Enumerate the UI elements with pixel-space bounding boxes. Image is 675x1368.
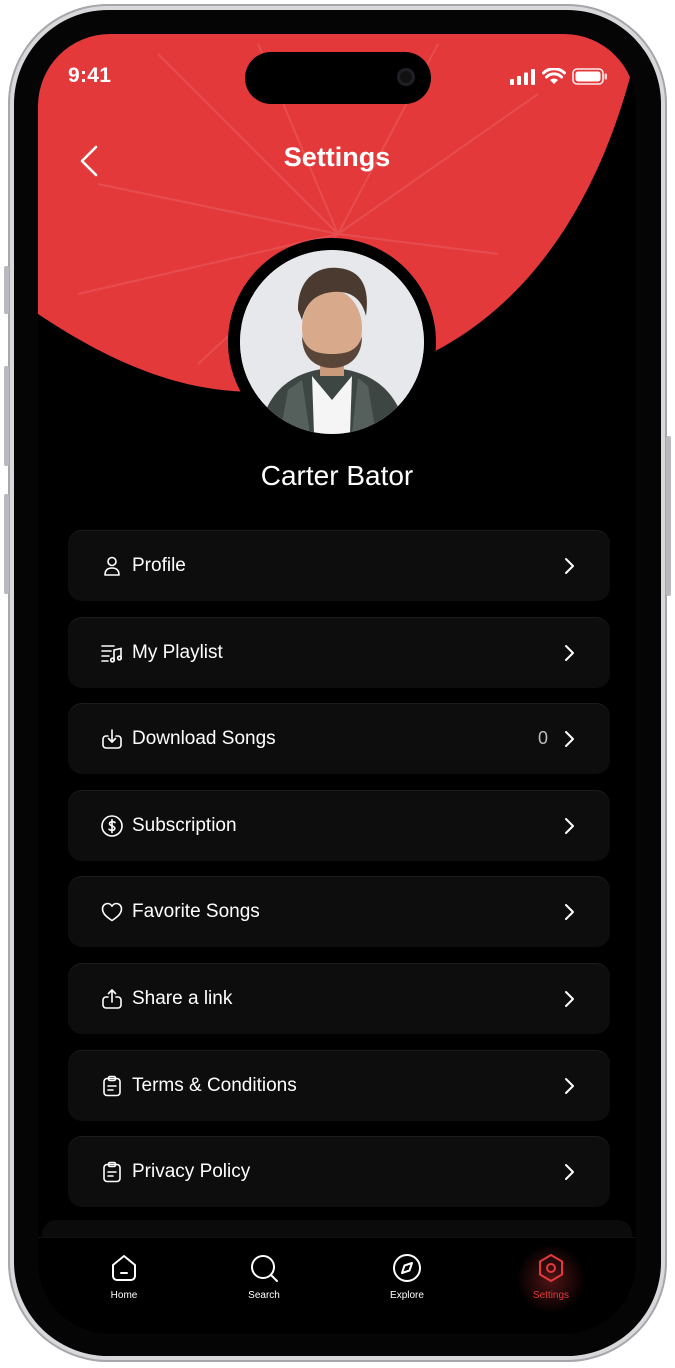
tab-search[interactable]: Search bbox=[224, 1252, 304, 1301]
download-count: 0 bbox=[537, 728, 548, 749]
action-button bbox=[4, 266, 9, 314]
settings-hexagon-icon bbox=[539, 1254, 563, 1282]
tab-label: Explore bbox=[390, 1290, 424, 1301]
tab-label: Settings bbox=[532, 1290, 570, 1301]
menu-item-favorite-songs[interactable]: Favorite Songs bbox=[68, 877, 610, 948]
share-icon bbox=[102, 989, 122, 1009]
clipboard-icon bbox=[103, 1161, 121, 1183]
status-bar: 9:41 bbox=[38, 34, 636, 114]
status-icons bbox=[510, 68, 608, 85]
heart-icon bbox=[101, 903, 123, 922]
user-icon bbox=[104, 556, 120, 576]
menu-item-subscription[interactable]: Subscription bbox=[68, 790, 610, 861]
menu-item-privacy-policy[interactable]: Privacy Policy bbox=[68, 1137, 610, 1208]
menu-item-terms-conditions[interactable]: Terms & Conditions bbox=[68, 1050, 610, 1121]
chevron-right-icon bbox=[565, 1164, 574, 1181]
menu-item-label: My Playlist bbox=[132, 641, 223, 663]
menu-item-label: Profile bbox=[132, 555, 186, 576]
chevron-right-icon bbox=[565, 990, 574, 1007]
status-time: 9:41 bbox=[68, 64, 112, 87]
menu-item-label: Share a link bbox=[132, 987, 233, 1009]
chevron-right-icon bbox=[565, 644, 574, 661]
signal-icon bbox=[510, 68, 535, 85]
tab-settings[interactable]: Settings bbox=[511, 1252, 591, 1301]
volume-down-button bbox=[4, 494, 9, 594]
menu-item-share-link[interactable]: Share a link bbox=[68, 963, 610, 1034]
menu-item-label: Favorite Songs bbox=[132, 901, 260, 923]
camera-icon bbox=[397, 68, 415, 86]
tab-explore[interactable]: Explore bbox=[367, 1252, 447, 1301]
menu-item-download-songs[interactable]: Download Songs 0 bbox=[68, 704, 610, 775]
chevron-right-icon bbox=[565, 817, 574, 834]
profile-name: Carter Bator bbox=[260, 460, 414, 491]
avatar[interactable] bbox=[228, 238, 436, 446]
playlist-icon bbox=[101, 644, 123, 663]
search-icon bbox=[251, 1255, 278, 1282]
settings-menu: Profile My Playlist Download Songs 0 Sub… bbox=[68, 531, 610, 1224]
battery-icon bbox=[572, 68, 607, 85]
avatar-photo bbox=[240, 250, 424, 434]
menu-item-my-playlist[interactable]: My Playlist bbox=[68, 617, 610, 688]
menu-item-label: Terms & Conditions bbox=[132, 1074, 297, 1096]
tab-label: Home bbox=[110, 1290, 138, 1301]
home-icon bbox=[112, 1255, 136, 1281]
screen: 9:41 Settings Carter Bator Profile My Pl… bbox=[38, 34, 636, 1334]
power-button bbox=[666, 436, 671, 596]
tab-home[interactable]: Home bbox=[84, 1252, 164, 1301]
tab-bar: Home Search Explore Settings bbox=[38, 1237, 636, 1334]
person-illustration bbox=[240, 250, 424, 434]
wifi-icon bbox=[542, 68, 566, 84]
chevron-right-icon bbox=[565, 731, 574, 748]
menu-item-label: Download Songs bbox=[132, 728, 276, 750]
chevron-right-icon bbox=[565, 558, 574, 574]
compass-icon bbox=[393, 1254, 421, 1282]
chevron-right-icon bbox=[565, 1077, 574, 1094]
chevron-right-icon bbox=[565, 904, 574, 921]
tab-label: Search bbox=[248, 1290, 280, 1301]
page-title: Settings bbox=[283, 142, 391, 172]
download-icon bbox=[102, 729, 122, 749]
dynamic-island bbox=[245, 52, 431, 104]
menu-item-label: Subscription bbox=[132, 814, 237, 836]
clipboard-icon bbox=[103, 1075, 121, 1096]
volume-up-button bbox=[4, 366, 9, 466]
dollar-circle-icon bbox=[101, 814, 123, 837]
menu-item-label: Privacy Policy bbox=[132, 1161, 251, 1183]
menu-item-profile[interactable]: Profile bbox=[68, 531, 610, 601]
